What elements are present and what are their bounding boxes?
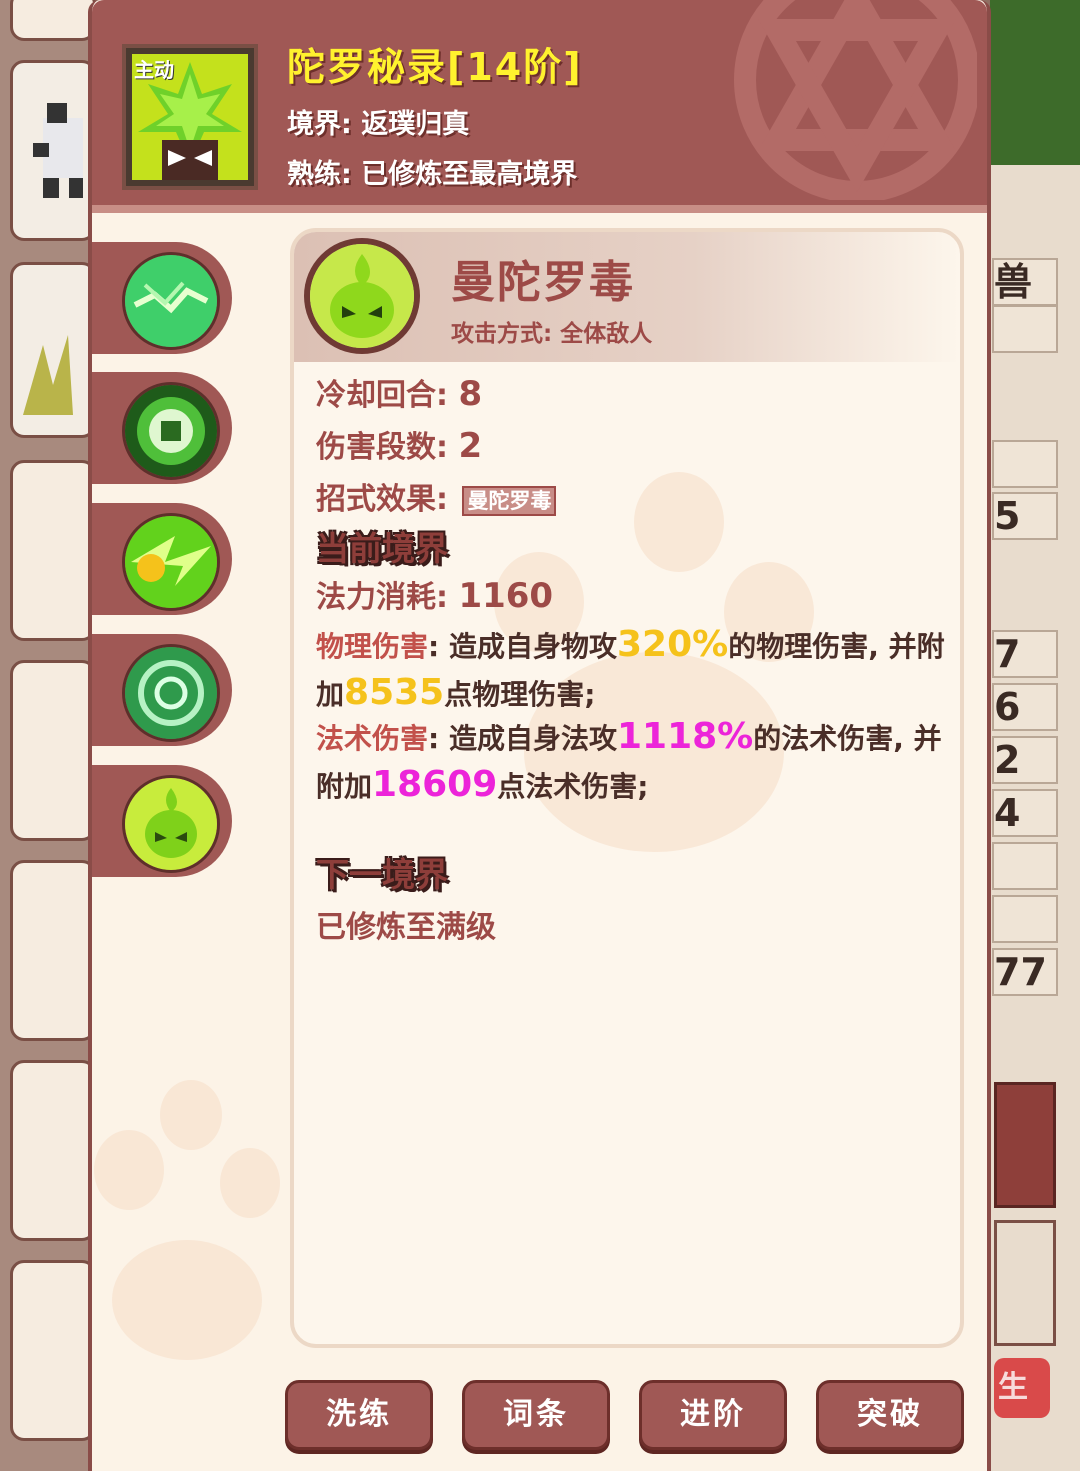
skill-tab-5-selected[interactable] bbox=[92, 765, 232, 877]
lightning-skill-icon bbox=[122, 252, 220, 350]
breakthrough-button[interactable]: 突破 bbox=[816, 1380, 964, 1450]
background-button bbox=[994, 1082, 1056, 1208]
next-realm-heading: 下一境界 bbox=[316, 855, 448, 894]
poison-blob-icon bbox=[310, 244, 414, 348]
magic-damage-label: 法术伤害 bbox=[316, 722, 429, 755]
skill-info-card: 曼陀罗毒 攻击方式: 全体敌人 冷却回合: 8 伤害段数: 2 招式效果: 曼陀… bbox=[290, 228, 964, 1348]
refine-button[interactable]: 洗练 bbox=[285, 1380, 433, 1450]
plant-pet-icon bbox=[23, 335, 73, 415]
background-card bbox=[10, 860, 96, 1041]
background-cell: 77 bbox=[992, 948, 1058, 996]
skill-name: 曼陀罗毒 bbox=[451, 257, 635, 308]
background-cell bbox=[992, 305, 1058, 353]
paw-decoration bbox=[220, 1148, 280, 1218]
realm-text: 境界: 返璞归真 bbox=[287, 109, 470, 140]
background-card bbox=[10, 1260, 96, 1441]
background-pet-card bbox=[10, 262, 96, 438]
paw-decoration bbox=[160, 1080, 222, 1150]
physical-damage-percent: 320% bbox=[616, 624, 729, 665]
hits-row: 伤害段数: 2 bbox=[316, 422, 482, 466]
mana-label: 法力消耗: bbox=[316, 580, 459, 615]
background-card bbox=[10, 460, 96, 641]
magic-damage-percent: 1118% bbox=[616, 716, 754, 757]
rune-circle-skill-icon bbox=[122, 382, 220, 480]
active-tag: 主动 bbox=[134, 58, 174, 82]
background-button bbox=[994, 1220, 1056, 1346]
background-cell: 5 bbox=[992, 492, 1058, 540]
magic-damage-text: 法术伤害: 造成自身法攻1118%的法术伤害, 并附加18609点法术伤害; bbox=[316, 714, 956, 810]
background-red-button: 生 bbox=[994, 1358, 1050, 1418]
background-forest bbox=[990, 0, 1080, 165]
physical-damage-label: 物理伤害 bbox=[316, 630, 429, 663]
skill-orb bbox=[304, 238, 420, 354]
magic-damage-desc: : 造成自身法攻 bbox=[428, 722, 617, 755]
cooldown-value: 8 bbox=[458, 374, 483, 414]
hits-value: 2 bbox=[458, 426, 483, 466]
cooldown-label: 冷却回合: bbox=[316, 378, 459, 413]
background-card bbox=[10, 660, 96, 841]
skill-tab-3[interactable] bbox=[92, 503, 232, 615]
physical-damage-desc: : 造成自身物攻 bbox=[428, 630, 617, 663]
next-realm-text: 已修炼至满级 bbox=[316, 910, 496, 945]
background-cell bbox=[992, 842, 1058, 890]
paw-decoration bbox=[634, 472, 724, 572]
background-cell bbox=[992, 895, 1058, 943]
effect-row: 招式效果: 曼陀罗毒 bbox=[316, 474, 557, 518]
skill-detail-dialog: 主动 陀罗秘录[14阶] 境界: 返璞归真 熟练: 已修炼至最高境界 曼陀罗毒 … bbox=[88, 0, 991, 1471]
background-cell: 兽 bbox=[992, 258, 1058, 306]
background-card bbox=[10, 1060, 96, 1241]
magic-damage-flat: 18609 bbox=[372, 764, 498, 805]
skill-book-title: 陀罗秘录[14阶] bbox=[287, 45, 583, 89]
background-cell: 7 bbox=[992, 630, 1058, 678]
background-card bbox=[10, 0, 96, 41]
background-pet-card bbox=[10, 60, 96, 241]
affix-button[interactable]: 词条 bbox=[462, 1380, 610, 1450]
effect-tag[interactable]: 曼陀罗毒 bbox=[462, 485, 557, 516]
physical-damage-flat: 8535 bbox=[344, 672, 445, 713]
paw-decoration bbox=[94, 1130, 164, 1210]
vortex-skill-icon bbox=[122, 644, 220, 742]
advance-button[interactable]: 进阶 bbox=[639, 1380, 787, 1450]
background-cell: 2 bbox=[992, 736, 1058, 784]
panda-pet-icon bbox=[33, 103, 83, 198]
skill-book-icon[interactable]: 主动 bbox=[122, 44, 258, 190]
dialog-header: 主动 陀罗秘录[14阶] 境界: 返璞归真 熟练: 已修炼至最高境界 bbox=[92, 0, 987, 213]
paw-decoration bbox=[112, 1240, 262, 1360]
physical-damage-text: 物理伤害: 造成自身物攻320%的物理伤害, 并附加8535点物理伤害; bbox=[316, 622, 956, 718]
current-realm-heading: 当前境界 bbox=[316, 529, 448, 568]
attack-mode: 攻击方式: 全体敌人 bbox=[451, 321, 653, 347]
cooldown-row: 冷却回合: 8 bbox=[316, 370, 482, 414]
skill-tab-2[interactable] bbox=[92, 372, 232, 484]
hits-label: 伤害段数: bbox=[316, 430, 459, 465]
poison-blob-skill-icon bbox=[122, 775, 220, 873]
proficiency-text: 熟练: 已修炼至最高境界 bbox=[287, 159, 578, 190]
background-cell: 6 bbox=[992, 683, 1058, 731]
mana-value: 1160 bbox=[458, 576, 554, 616]
skill-card-header: 曼陀罗毒 攻击方式: 全体敌人 bbox=[294, 232, 960, 362]
skill-tab-4[interactable] bbox=[92, 634, 232, 746]
mana-row: 法力消耗: 1160 bbox=[316, 572, 553, 616]
hexagram-emblem-icon bbox=[734, 0, 977, 200]
effect-label: 招式效果: bbox=[316, 482, 459, 517]
physical-damage-desc: 点物理伤害; bbox=[444, 678, 596, 711]
background-cell bbox=[992, 440, 1058, 488]
wind-skill-icon bbox=[122, 513, 220, 611]
magic-damage-desc: 点法术伤害; bbox=[497, 770, 649, 803]
background-cell: 4 bbox=[992, 789, 1058, 837]
skill-tab-1[interactable] bbox=[92, 242, 232, 354]
